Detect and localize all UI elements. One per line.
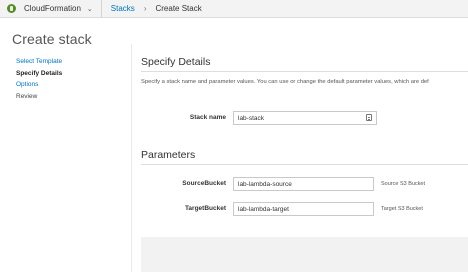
target-bucket-label: TargetBucket (184, 205, 226, 212)
section-divider (141, 164, 468, 165)
breadcrumb-stacks-link[interactable]: Stacks (111, 4, 135, 13)
clipboard-icon[interactable] (366, 114, 372, 121)
form-footer (141, 237, 468, 272)
stack-name-input[interactable] (233, 111, 377, 125)
service-menu[interactable]: CloudFormation ⌄ (0, 0, 102, 18)
panel-divider (131, 44, 132, 272)
stack-name-label: Stack name (189, 114, 226, 121)
chevron-down-icon: ⌄ (86, 5, 93, 13)
top-navigation-bar: CloudFormation ⌄ Stacks › Create Stack (0, 0, 468, 18)
source-bucket-label: SourceBucket (182, 180, 226, 187)
step-specify-details: Specify Details (16, 69, 63, 77)
specify-details-heading: Specify Details (141, 56, 211, 68)
step-select-template[interactable]: Select Template (16, 56, 62, 68)
source-bucket-input[interactable] (233, 177, 374, 191)
target-bucket-input[interactable] (233, 202, 374, 216)
breadcrumb-separator: › (143, 4, 147, 13)
source-bucket-hint: Source S3 Bucket (381, 181, 426, 187)
target-bucket-hint: Target S3 Bucket (381, 206, 423, 212)
step-review: Review (16, 92, 38, 100)
section-divider (141, 71, 468, 72)
cloudformation-logo-icon (7, 4, 16, 13)
step-options[interactable]: Options (16, 79, 62, 91)
breadcrumb-current: Create Stack (155, 4, 202, 13)
parameters-heading: Parameters (141, 149, 196, 161)
breadcrumb: Stacks › Create Stack (102, 4, 202, 13)
page-title: Create stack (12, 31, 92, 47)
specify-details-description: Specify a stack name and parameter value… (141, 79, 429, 85)
service-name: CloudFormation (24, 4, 81, 13)
wizard-steps: Select Template Specify Details Options … (16, 56, 62, 102)
